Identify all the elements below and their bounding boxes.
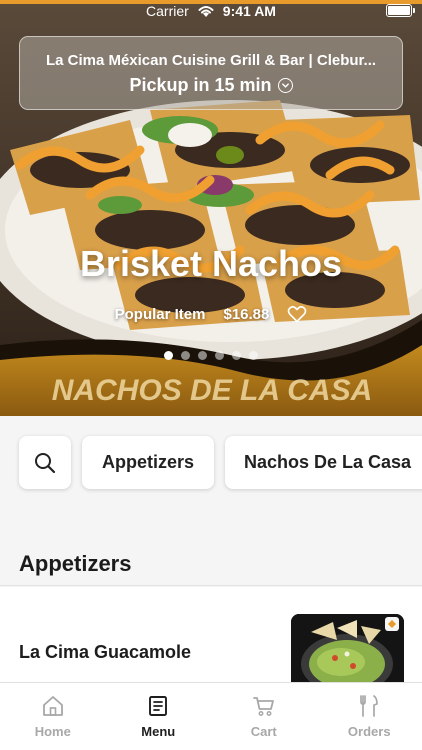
tab-label: Cart [250,724,277,739]
carrier-label: Carrier [146,3,189,19]
chevron-down-icon [277,78,293,93]
tab-label: Menu [141,724,176,739]
tab-menu[interactable]: Menu [106,683,212,750]
restaurant-name: La Cima Méxican Cuisine Grill & Bar | Cl… [45,52,377,69]
tab-home[interactable]: Home [0,683,106,750]
carousel-dot[interactable] [249,351,258,360]
tab-label: Orders [347,724,391,739]
section-title: Appetizers [19,551,132,576]
search-button[interactable] [19,436,71,489]
pickup-time-label: Pickup in 15 min [129,75,272,95]
carousel-dot[interactable] [215,351,224,360]
pickup-selector[interactable]: La Cima Méxican Cuisine Grill & Bar | Cl… [19,36,403,110]
tab-cart[interactable]: Cart [211,683,317,750]
carousel-dot[interactable] [198,351,207,360]
tab-label: Home [34,724,71,739]
popular-tag: Popular Item [114,305,206,323]
cart-icon [252,697,274,716]
menu-icon [149,696,168,716]
banner-text: NACHOS DE LA CASA [52,374,373,407]
wifi-icon [198,6,214,17]
heart-icon[interactable] [287,305,307,323]
carousel-dot[interactable] [181,351,190,360]
carousel-dot[interactable] [164,351,173,360]
menu-item-row[interactable]: La Cima Guacamole [0,587,422,689]
search-icon [35,452,56,473]
hero-price: $16.88 [223,305,270,323]
tab-bar: Home Menu Cart Orders [0,682,422,750]
menu-item-name: La Cima Guacamole [19,642,192,662]
hero-carousel[interactable]: NACHOS DE LA CASA Carrier 9:41 AM La Cim… [0,0,422,416]
hero-title: Brisket Nachos [79,243,343,284]
orders-icon [360,695,379,717]
accent-line [0,0,422,4]
category-bar: Appetizers Nachos De La Casa [0,416,422,526]
carousel-dots[interactable] [0,351,422,360]
clock: 9:41 AM [222,3,276,19]
category-pill-appetizers[interactable]: Appetizers [82,436,214,489]
battery-icon [386,4,415,17]
menu-item-image [291,614,404,689]
home-icon [42,696,63,716]
category-pill-nachos[interactable]: Nachos De La Casa [225,436,422,489]
carousel-dot[interactable] [232,351,241,360]
section-header: Appetizers [0,526,422,586]
tab-orders[interactable]: Orders [317,683,422,750]
status-bar: Carrier 9:41 AM [0,0,422,22]
